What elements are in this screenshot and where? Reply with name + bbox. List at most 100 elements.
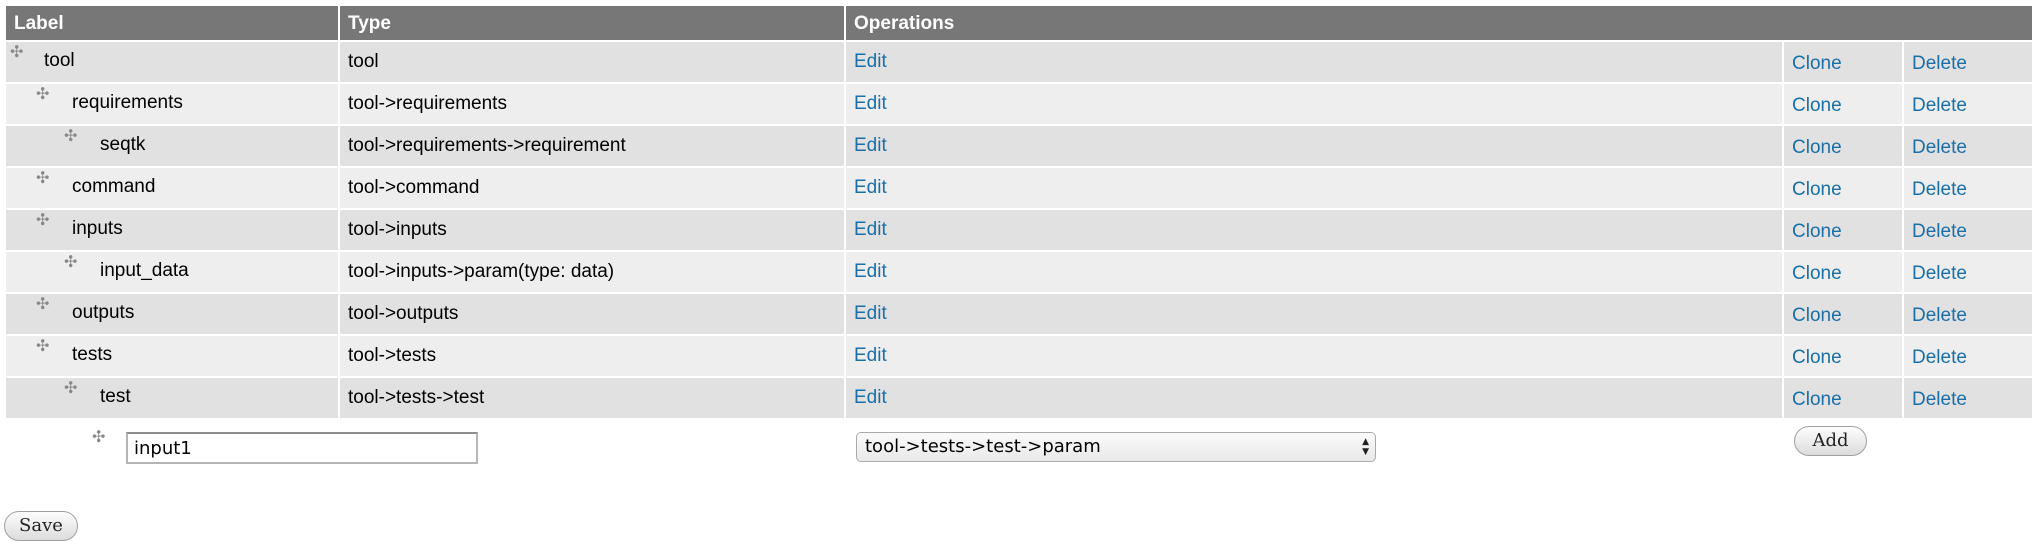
clone-link[interactable]: Clone (1792, 179, 1842, 200)
node-label: tests (72, 344, 113, 365)
new-type-select[interactable]: tool->tests->test->param ▲ ▼ (856, 432, 1376, 462)
delete-link[interactable]: Delete (1912, 263, 1967, 284)
type-cell: tool->tests (340, 334, 846, 376)
edit-cell: Edit (846, 334, 1784, 376)
clone-cell: Clone (1784, 40, 1904, 82)
edit-link[interactable]: Edit (854, 51, 887, 72)
edit-cell: Edit (846, 250, 1784, 292)
edit-link[interactable]: Edit (854, 219, 887, 240)
table-row: ✣ command tool->command Edit Clone Delete (6, 166, 2032, 208)
node-label: input_data (100, 260, 189, 281)
move-icon[interactable]: ✣ (10, 45, 23, 61)
new-type-select-value: tool->tests->test->param (865, 436, 1101, 457)
tree-table: Label Type Operations ✣ tool tool Edit Clone… (6, 6, 2032, 418)
delete-link[interactable]: Delete (1912, 53, 1967, 74)
move-icon[interactable]: ✣ (36, 171, 49, 187)
type-cell: tool->inputs->param(type: data) (340, 250, 846, 292)
edit-cell: Edit (846, 166, 1784, 208)
node-label: tool (44, 50, 75, 71)
delete-link[interactable]: Delete (1912, 179, 1967, 200)
node-label: test (100, 386, 131, 407)
label-cell: ✣ seqtk (6, 124, 340, 166)
edit-link[interactable]: Edit (854, 135, 887, 156)
edit-cell: Edit (846, 82, 1784, 124)
clone-link[interactable]: Clone (1792, 305, 1842, 326)
type-cell: tool (340, 40, 846, 82)
edit-link[interactable]: Edit (854, 177, 887, 198)
move-icon[interactable]: ✣ (92, 430, 105, 446)
edit-link[interactable]: Edit (854, 261, 887, 282)
move-icon[interactable]: ✣ (36, 87, 49, 103)
clone-cell: Clone (1784, 82, 1904, 124)
node-label: inputs (72, 218, 123, 239)
table-row: ✣ tool tool Edit Clone Delete (6, 40, 2032, 82)
delete-cell: Delete (1904, 208, 2032, 250)
label-cell: ✣ tests (6, 334, 340, 376)
edit-link[interactable]: Edit (854, 303, 887, 324)
node-label: seqtk (100, 134, 146, 155)
move-icon[interactable]: ✣ (36, 297, 49, 313)
clone-cell: Clone (1784, 166, 1904, 208)
table-row: ✣ test tool->tests->test Edit Clone Delete (6, 376, 2032, 418)
move-icon[interactable]: ✣ (36, 339, 49, 355)
label-cell: ✣ test (6, 376, 340, 418)
edit-link[interactable]: Edit (854, 345, 887, 366)
label-column-header: Label (6, 6, 340, 40)
edit-cell: Edit (846, 124, 1784, 166)
clone-link[interactable]: Clone (1792, 53, 1842, 74)
delete-cell: Delete (1904, 124, 2032, 166)
clone-cell: Clone (1784, 124, 1904, 166)
delete-cell: Delete (1904, 40, 2032, 82)
label-cell: ✣ outputs (6, 292, 340, 334)
delete-link[interactable]: Delete (1912, 347, 1967, 368)
edit-cell: Edit (846, 40, 1784, 82)
add-button[interactable]: Add (1794, 426, 1867, 456)
table-row: ✣ seqtk tool->requirements->requirement Edi… (6, 124, 2032, 166)
move-icon[interactable]: ✣ (64, 381, 77, 397)
type-cell: tool->requirements->requirement (340, 124, 846, 166)
label-cell: ✣ command (6, 166, 340, 208)
clone-link[interactable]: Clone (1792, 137, 1842, 158)
move-icon[interactable]: ✣ (36, 213, 49, 229)
delete-link[interactable]: Delete (1912, 389, 1967, 410)
clone-link[interactable]: Clone (1792, 263, 1842, 284)
delete-link[interactable]: Delete (1912, 137, 1967, 158)
clone-link[interactable]: Clone (1792, 221, 1842, 242)
label-cell: ✣ requirements (6, 82, 340, 124)
edit-cell: Edit (846, 376, 1784, 418)
label-cell: ✣ tool (6, 40, 340, 82)
clone-cell: Clone (1784, 376, 1904, 418)
edit-link[interactable]: Edit (854, 387, 887, 408)
updown-arrows-icon: ▲ ▼ (1362, 437, 1369, 457)
delete-cell: Delete (1904, 166, 2032, 208)
clone-link[interactable]: Clone (1792, 347, 1842, 368)
clone-cell: Clone (1784, 334, 1904, 376)
type-cell: tool->tests->test (340, 376, 846, 418)
clone-cell: Clone (1784, 250, 1904, 292)
table-row: ✣ outputs tool->outputs Edit Clone Delete (6, 292, 2032, 334)
delete-link[interactable]: Delete (1912, 305, 1967, 326)
new-item-row: ✣ tool->tests->test->param ▲▼ Add (6, 422, 2032, 472)
move-icon[interactable]: ✣ (64, 129, 77, 145)
delete-cell: Delete (1904, 334, 2032, 376)
label-cell: ✣ inputs (6, 208, 340, 250)
operations-column-header: Operations (854, 13, 955, 34)
type-cell: tool->requirements (340, 82, 846, 124)
table-header: Label Type Operations (6, 6, 2032, 40)
clone-link[interactable]: Clone (1792, 95, 1842, 116)
label-cell: ✣ input_data (6, 250, 340, 292)
delete-cell: Delete (1904, 292, 2032, 334)
delete-link[interactable]: Delete (1912, 95, 1967, 116)
save-button[interactable]: Save (4, 511, 78, 541)
new-label-input[interactable] (126, 432, 478, 464)
delete-link[interactable]: Delete (1912, 221, 1967, 242)
node-label: command (72, 176, 156, 197)
move-icon[interactable]: ✣ (64, 255, 77, 271)
delete-cell: Delete (1904, 250, 2032, 292)
clone-cell: Clone (1784, 292, 1904, 334)
edit-link[interactable]: Edit (854, 93, 887, 114)
node-label: outputs (72, 302, 135, 323)
table-body: ✣ tool tool Edit Clone Delete ✣ requirements too… (6, 40, 2032, 418)
clone-link[interactable]: Clone (1792, 389, 1842, 410)
table-row: ✣ input_data tool->inputs->param(type: dat… (6, 250, 2032, 292)
